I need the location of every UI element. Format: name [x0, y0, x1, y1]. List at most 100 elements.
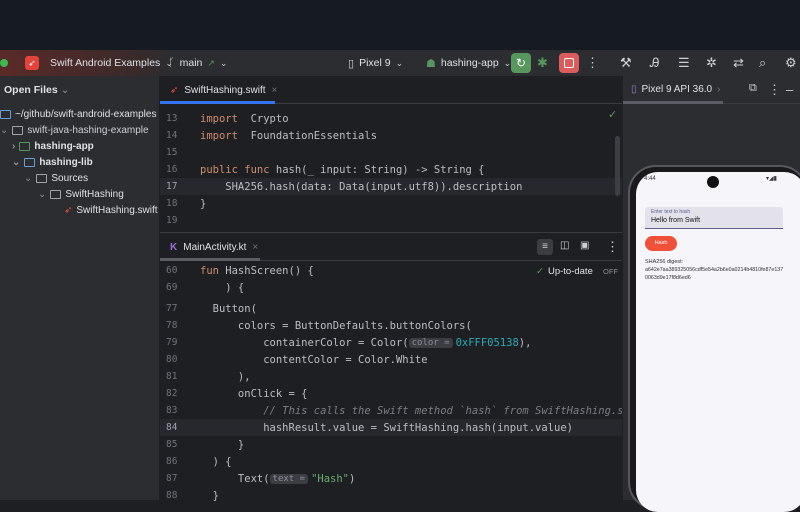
code-token: HashScreen() {: [218, 264, 314, 277]
camera-cutout: [707, 176, 719, 188]
code-line[interactable]: 79 containerColor = Color(color = 0xFFF05…: [160, 334, 622, 351]
tab-mainactivity[interactable]: K MainActivity.kt ×: [160, 233, 268, 261]
code-line[interactable]: 15: [160, 144, 622, 161]
code-token: FoundationEssentials: [237, 129, 378, 142]
tree-item-swift-file[interactable]: ➶ SwiftHashing.swift: [64, 205, 158, 216]
code-token: ),: [200, 370, 251, 383]
code-line[interactable]: 86 ) {: [160, 453, 622, 470]
line-number: 16: [166, 164, 178, 175]
git-branch-icon: ᚴ: [168, 57, 175, 69]
kotlin-file-icon: K: [170, 241, 178, 253]
code-token: // This calls the Swift method `hash` fr…: [200, 404, 649, 417]
chevron-down-icon: ⌄: [60, 84, 70, 96]
scrollbar[interactable]: [615, 136, 620, 196]
project-name: Swift Android Examples: [50, 57, 161, 69]
code-line[interactable]: 77 Button(: [160, 300, 622, 317]
arrow-up-icon: ↗: [207, 57, 215, 68]
code-line[interactable]: 87 Text(text = "Hash"): [160, 470, 622, 487]
code-line[interactable]: 13 import Crypto: [160, 110, 622, 127]
hash-button[interactable]: Hash: [645, 236, 677, 251]
code-view-button[interactable]: ≡: [537, 239, 553, 255]
hash-input-field[interactable]: Enter text to hash Hello from Swift: [645, 207, 783, 229]
digest-label: SHA256 digest:: [645, 259, 684, 265]
swift-file-icon: ➶: [64, 205, 73, 216]
code-line[interactable]: 19: [160, 212, 622, 229]
code-token: hashResult.value = SwiftHashing.hash(inp…: [200, 421, 573, 434]
tree-label: ~/github/swift-android-examples: [15, 109, 157, 120]
open-files-dropdown[interactable]: Open Files ⌄: [4, 84, 69, 96]
code-line[interactable]: 85 }: [160, 436, 622, 453]
tree-item-hashing-app[interactable]: › hashing-app: [12, 141, 94, 152]
tree-item-root[interactable]: ~/github/swift-android-examples: [0, 109, 156, 120]
tree-label: SwiftHashing.swift: [76, 205, 158, 216]
profiler-icon[interactable]: ⚒: [620, 55, 632, 71]
tree-item-sources[interactable]: ⌄ Sources: [24, 173, 88, 184]
line-number: 87: [166, 473, 178, 484]
tab-swifthashing[interactable]: ➶ SwiftHashing.swift ×: [160, 76, 287, 104]
code-line[interactable]: 83 // This calls the Swift method `hash`…: [160, 402, 649, 419]
line-number: 60: [166, 265, 178, 276]
code-token: 0xFFF05138: [455, 336, 519, 349]
code-line[interactable]: 14 import FoundationEssentials: [160, 127, 622, 144]
more-icon[interactable]: ⋮: [606, 239, 619, 255]
project-panel: Open Files ⌄ ~/github/swift-android-exam…: [0, 76, 160, 500]
branch-selector[interactable]: ᚴ main ↗ ⌄: [168, 50, 227, 76]
design-view-button[interactable]: ▣: [580, 240, 589, 251]
swift-editor[interactable]: ➶ SwiftHashing.swift × ✓ 13 import Crypto 14…: [160, 76, 622, 232]
line-number: 84: [166, 422, 178, 433]
code-line[interactable]: 88 }: [160, 487, 622, 504]
device-selector[interactable]: ▯ Pixel 9 ⌄: [348, 50, 403, 76]
main-toolbar: ➶ Swift Android Examples ⌄ ᚴ main ↗ ⌄ ▯ …: [0, 50, 800, 76]
code-token: colors = ButtonDefaults.buttonColors(: [200, 319, 472, 332]
translate-icon[interactable]: Ꭿ: [650, 55, 659, 71]
line-number: 17: [166, 181, 178, 192]
tree-item-hashing-lib[interactable]: ⌄ hashing-lib: [12, 157, 93, 168]
bug-icon[interactable]: ✲: [706, 55, 717, 71]
field-label: Enter text to hash: [651, 209, 691, 215]
build-variants-icon[interactable]: ☰: [678, 55, 690, 71]
code-line[interactable]: 60 fun HashScreen() {: [160, 262, 622, 279]
gear-icon[interactable]: ⚙: [785, 55, 797, 71]
code-line[interactable]: 78 colors = ButtonDefaults.buttonColors(: [160, 317, 622, 334]
folder-icon: [12, 126, 24, 135]
close-icon[interactable]: ×: [252, 242, 258, 253]
top-strip: [0, 0, 800, 50]
rerun-button[interactable]: ↻: [511, 53, 531, 73]
debug-button[interactable]: ✱: [537, 55, 548, 71]
line-number: 80: [166, 354, 178, 365]
minimize-icon[interactable]: –: [786, 82, 793, 97]
code-line[interactable]: 18}: [160, 195, 622, 212]
chevron-right-icon: ›: [12, 141, 16, 152]
search-icon[interactable]: ⌕: [759, 55, 766, 71]
line-number: 15: [166, 147, 178, 158]
code-line[interactable]: 84 hashResult.value = SwiftHashing.hash(…: [160, 419, 622, 436]
split-view-button[interactable]: ◫: [560, 240, 569, 251]
tab-label: MainActivity.kt: [183, 241, 247, 253]
more-icon[interactable]: ⋮: [768, 82, 781, 98]
external-window-icon[interactable]: ⧉: [749, 82, 757, 95]
line-number: 79: [166, 337, 178, 348]
line-number: 69: [166, 282, 178, 293]
kotlin-editor[interactable]: K MainActivity.kt × ≡ ◫ ▣ ⋮ ✓ Up-to-date OF…: [160, 232, 649, 502]
sync-icon[interactable]: ⇄: [733, 55, 744, 71]
code-line[interactable]: 16 public func hash(_ input: String) -> S…: [160, 161, 622, 178]
code-line[interactable]: 80 contentColor = Color.White: [160, 351, 622, 368]
tree-item-project[interactable]: ⌄ swift-java-hashing-example: [0, 125, 149, 136]
code-line[interactable]: 82 onClick = {: [160, 385, 622, 402]
code-token: }: [200, 438, 245, 451]
more-icon[interactable]: ⋮: [586, 55, 599, 71]
close-icon[interactable]: ×: [272, 85, 278, 96]
code-line[interactable]: 81 ),: [160, 368, 622, 385]
code-token: SHA256.hash(data: Data(input.utf8)).desc…: [200, 180, 523, 193]
run-config-selector[interactable]: ☗ hashing-app ⌄: [426, 50, 511, 76]
tab-emulator[interactable]: ▯ Pixel 9 API 36.0 ›: [631, 84, 720, 95]
line-number: 86: [166, 456, 178, 467]
project-selector[interactable]: ➶ Swift Android Examples ⌄: [25, 50, 173, 76]
stop-button[interactable]: [559, 53, 579, 73]
tree-item-swifthashing[interactable]: ⌄ SwiftHashing: [38, 189, 124, 200]
emulator-screen[interactable]: 4:44 ▾◢▮ Enter text to hash Hello from S…: [636, 172, 800, 512]
code-line[interactable]: 69 ) {: [160, 279, 622, 296]
code-line[interactable]: 17 SHA256.hash(data: Data(input.utf8)).d…: [160, 178, 622, 195]
code-token: ) {: [200, 455, 232, 468]
device-icon: ▯: [631, 84, 637, 95]
